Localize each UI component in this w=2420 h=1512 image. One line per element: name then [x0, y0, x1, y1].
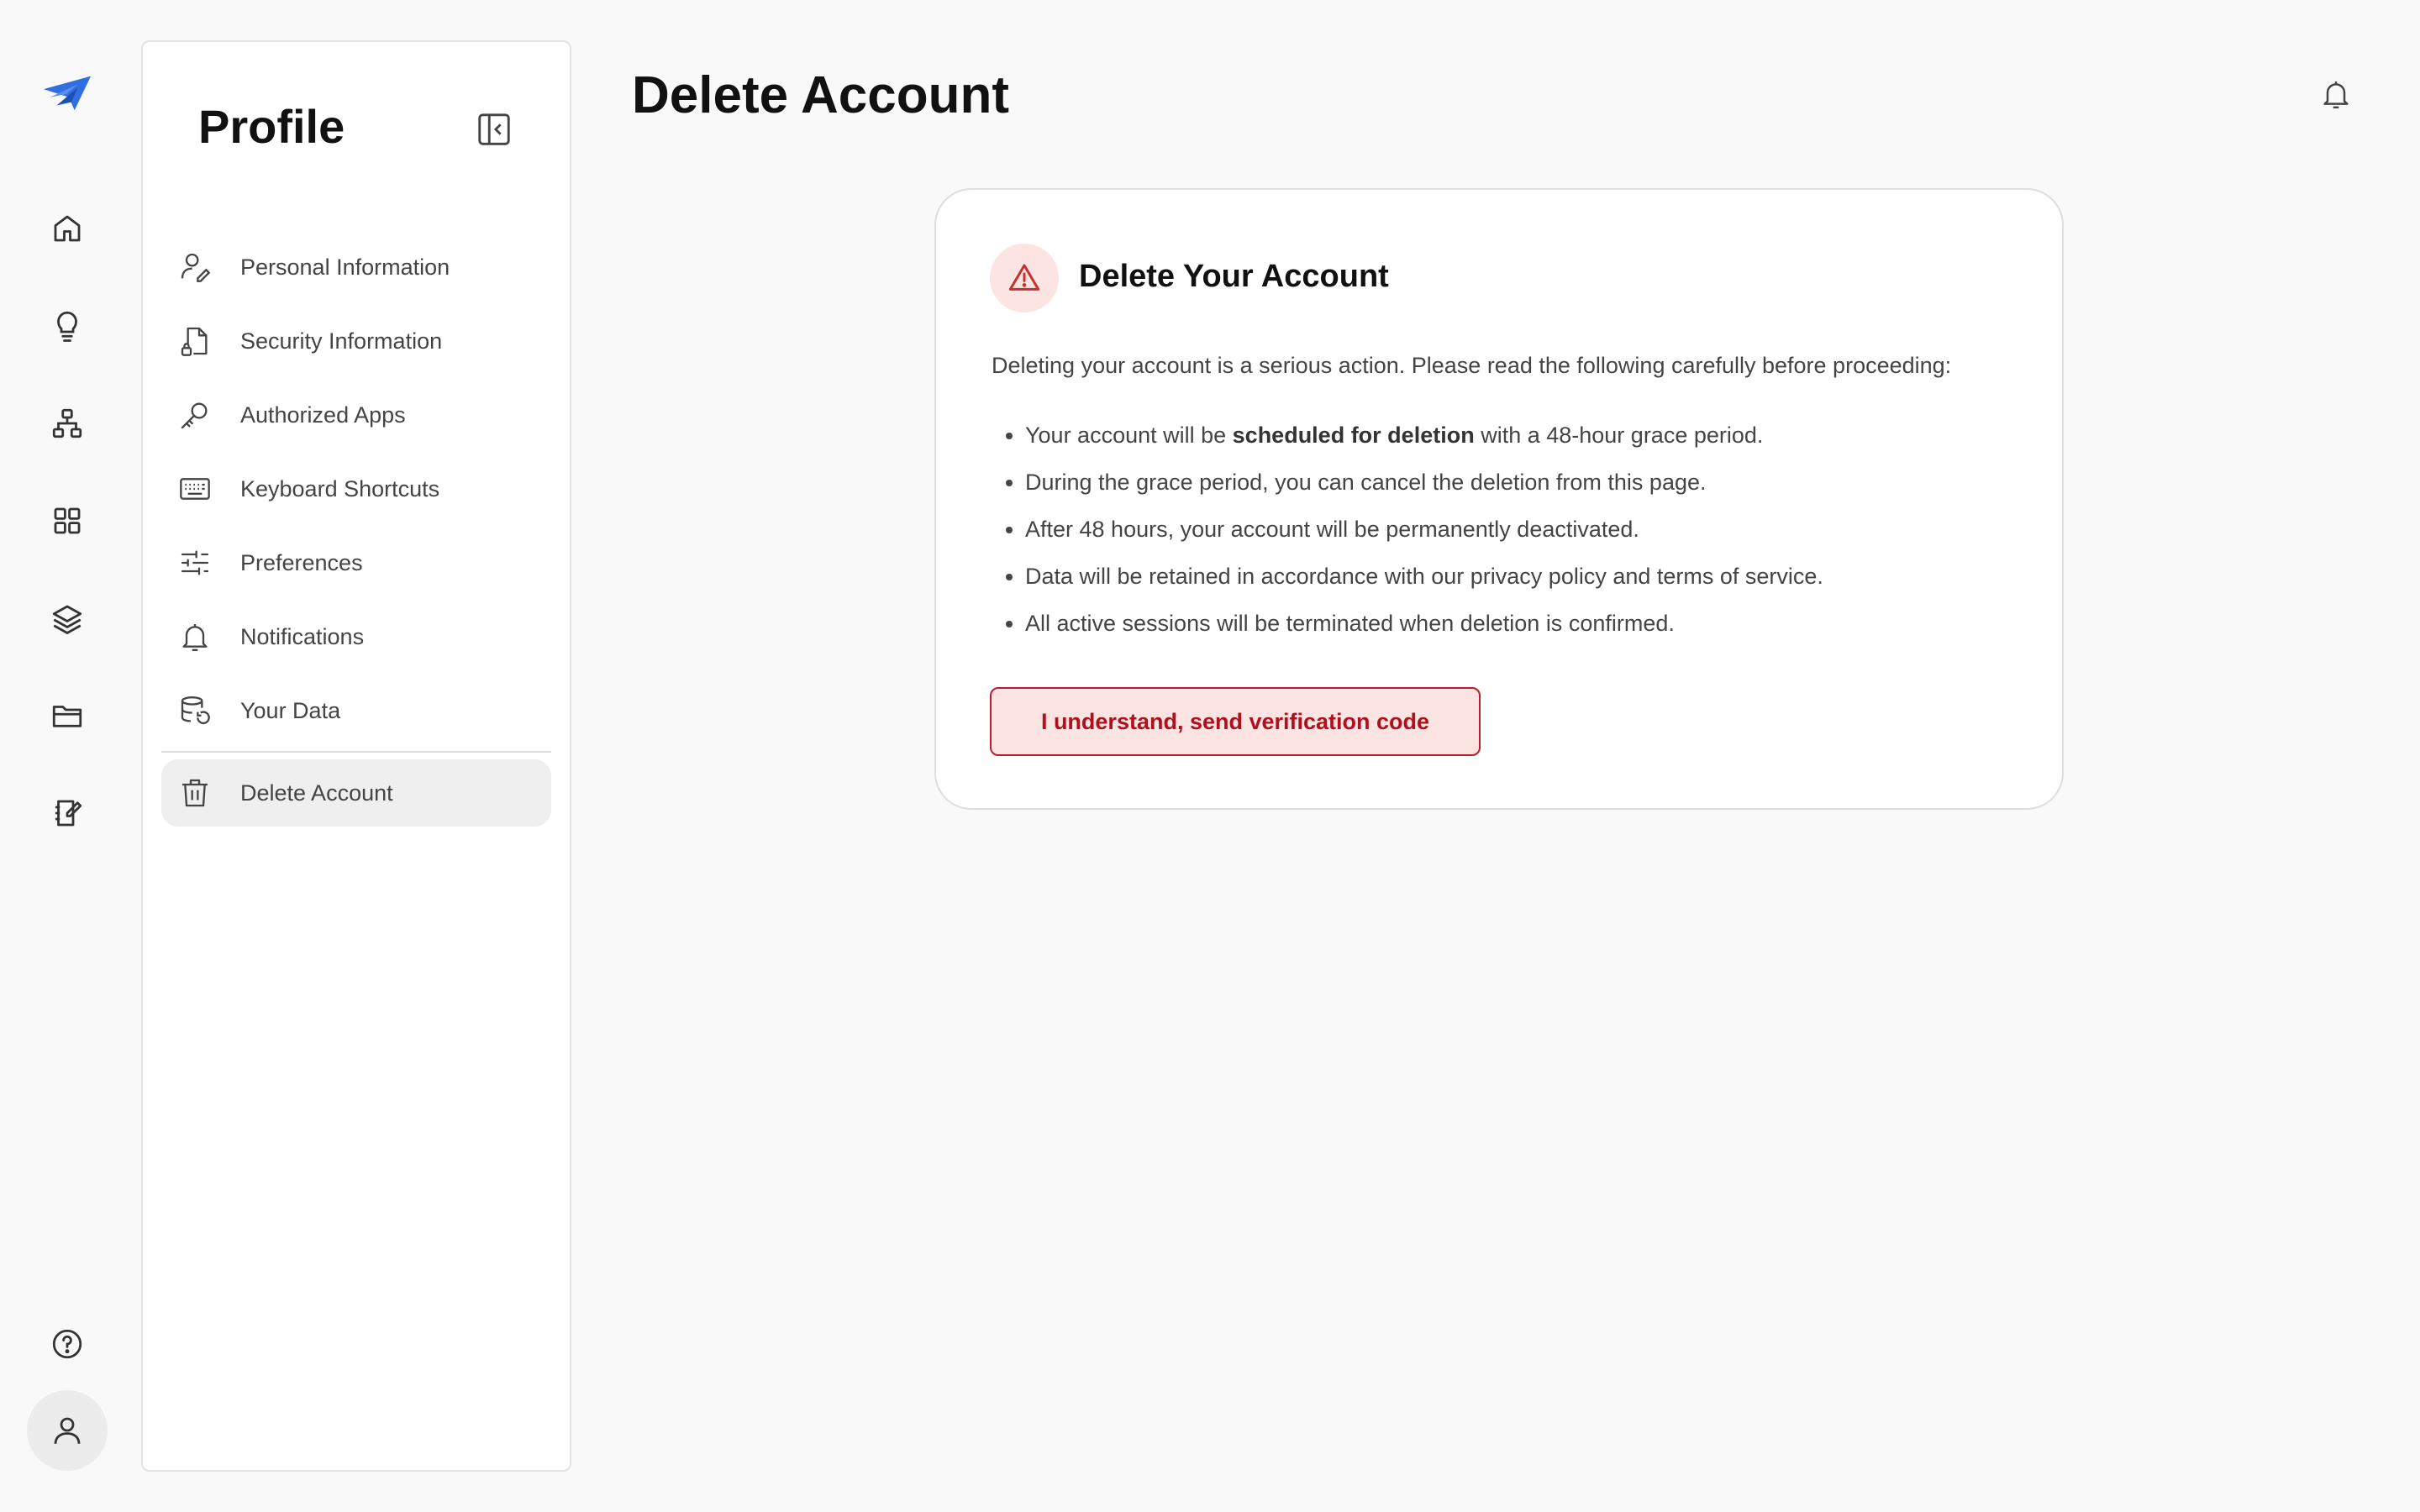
sidebar-item-label: Authorized Apps — [240, 402, 406, 428]
sidebar-item-delete-account[interactable]: Delete Account — [161, 759, 551, 827]
list-item: After 48 hours, your account will be per… — [1025, 506, 1823, 553]
keyboard-icon — [178, 472, 212, 506]
sidebar-item-preferences[interactable]: Preferences — [161, 529, 551, 596]
bell-icon — [2323, 81, 2349, 109]
sidebar-item-keyboard-shortcuts[interactable]: Keyboard Shortcuts — [161, 455, 551, 522]
sidebar-item-label: Your Data — [240, 697, 341, 723]
page-title: Delete Account — [632, 66, 1010, 124]
home-icon[interactable] — [42, 203, 92, 254]
database-refresh-icon — [178, 694, 212, 727]
bullet-text: with a 48-hour grace period. — [1474, 423, 1764, 448]
sidebar-item-security-information[interactable]: Security Information — [161, 307, 551, 375]
sidebar-item-notifications[interactable]: Notifications — [161, 603, 551, 670]
warning-badge — [990, 244, 1059, 312]
bell-icon — [178, 620, 212, 654]
user-edit-icon — [178, 250, 212, 284]
send-verification-code-button[interactable]: I understand, send verification code — [990, 687, 1481, 756]
layers-icon[interactable] — [42, 593, 92, 643]
list-item: During the grace period, you can cancel … — [1025, 459, 1823, 506]
trash-icon — [178, 776, 212, 810]
sidebar-item-label: Keyboard Shortcuts — [240, 475, 440, 501]
profile-menu: Personal Information Security Informatio… — [161, 234, 551, 833]
notifications-button[interactable] — [2317, 76, 2354, 113]
collapse-sidebar-button[interactable] — [474, 109, 514, 150]
key-icon — [178, 398, 212, 432]
list-item: All active sessions will be terminated w… — [1025, 600, 1823, 647]
card-intro: Deleting your account is a serious actio… — [992, 353, 1952, 378]
file-lock-icon — [178, 324, 212, 358]
bullet-text: Your account will be — [1025, 423, 1233, 448]
user-icon — [54, 1417, 81, 1444]
notebook-edit-icon[interactable] — [42, 788, 92, 838]
sidebar-item-personal-information[interactable]: Personal Information — [161, 234, 551, 301]
card-title: Delete Your Account — [1079, 259, 1389, 294]
list-item: Data will be retained in accordance with… — [1025, 553, 1823, 600]
sidebar-item-label: Notifications — [240, 623, 365, 649]
list-item: Your account will be scheduled for delet… — [1025, 412, 1823, 459]
warning-triangle-icon — [1008, 264, 1040, 291]
logo-icon[interactable] — [42, 67, 92, 118]
collapse-panel-icon — [478, 113, 510, 145]
lightbulb-icon[interactable] — [42, 301, 92, 351]
sliders-icon — [178, 546, 212, 580]
sidebar-item-label: Personal Information — [240, 254, 450, 280]
bullet-emphasis: scheduled for deletion — [1232, 423, 1475, 448]
sidebar-item-label: Preferences — [240, 549, 363, 575]
profile-sidebar: Profile Personal Information Security In… — [141, 40, 571, 1472]
help-icon[interactable] — [42, 1319, 92, 1369]
sidebar-title: Profile — [198, 100, 345, 153]
hierarchy-icon[interactable] — [42, 398, 92, 449]
grid-icon[interactable] — [42, 496, 92, 546]
sidebar-item-your-data[interactable]: Your Data — [161, 677, 551, 744]
icon-rail — [0, 0, 134, 1512]
sidebar-item-label: Security Information — [240, 328, 443, 354]
sidebar-item-authorized-apps[interactable]: Authorized Apps — [161, 381, 551, 449]
delete-account-card: Delete Your Account Deleting your accoun… — [934, 188, 2064, 810]
deletion-info-list: Your account will be scheduled for delet… — [992, 412, 1823, 647]
user-profile-button[interactable] — [27, 1390, 108, 1471]
menu-divider — [161, 751, 551, 753]
sidebar-item-label: Delete Account — [240, 780, 393, 806]
folder-icon[interactable] — [42, 690, 92, 741]
